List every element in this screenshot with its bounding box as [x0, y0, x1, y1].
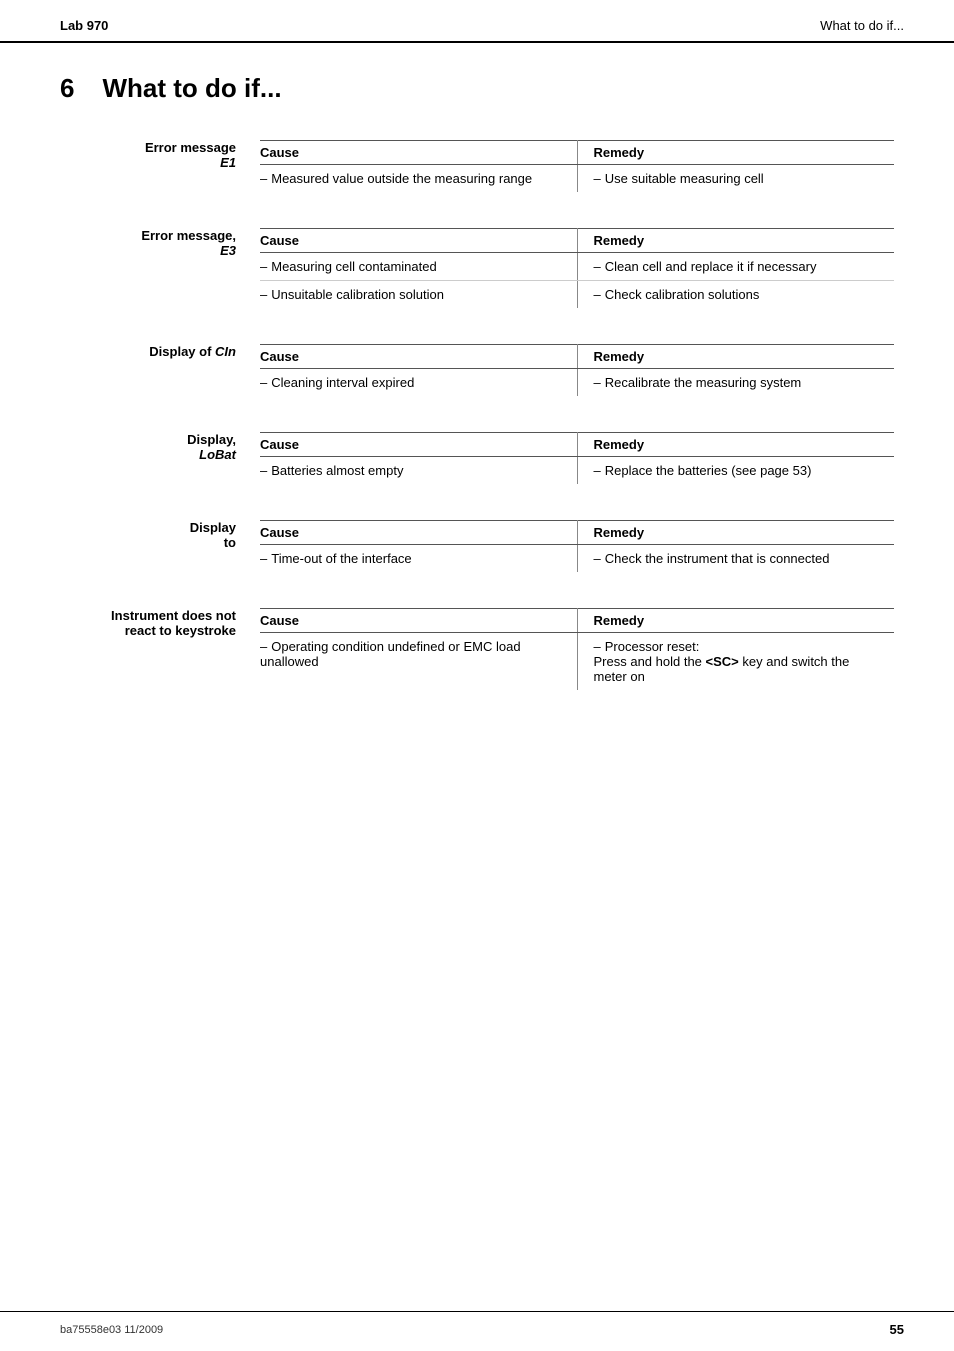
section-label: What to do if... — [820, 18, 904, 33]
table-row: –Measuring cell contaminated –Clean cell… — [260, 253, 894, 281]
chapter-heading: 6 What to do if... — [60, 73, 894, 104]
footer-left: ba75558e03 11/2009 — [60, 1324, 163, 1336]
product-label: Lab 970 — [60, 18, 108, 33]
chapter-number: 6 — [60, 73, 74, 104]
cause-remedy-table-keystroke: Cause Remedy –Operating condition undefi… — [260, 608, 894, 690]
table-area-e3: Cause Remedy –Measuring cell contaminate… — [260, 228, 894, 308]
table-area-lobat: Cause Remedy –Batteries almost empty –Re… — [260, 432, 894, 484]
th-remedy-to: Remedy — [577, 521, 894, 545]
label-cin-line1: Display of CIn — [60, 344, 236, 359]
label-e1-line2: E1 — [60, 155, 236, 170]
remedy-cell: –Replace the batteries (see page 53) — [577, 457, 894, 485]
cause-remedy-table-cin: Cause Remedy –Cleaning interval expired … — [260, 344, 894, 396]
remedy-cell: –Recalibrate the measuring system — [577, 369, 894, 397]
th-remedy-lobat: Remedy — [577, 433, 894, 457]
section-cin: Display of CIn Cause Remedy –Cleaning in… — [60, 344, 894, 396]
th-cause-cin: Cause — [260, 345, 577, 369]
th-cause-keystroke: Cause — [260, 609, 577, 633]
cause-cell: –Batteries almost empty — [260, 457, 577, 485]
table-row: –Unsuitable calibration solution –Check … — [260, 281, 894, 309]
page-header: Lab 970 What to do if... — [0, 0, 954, 43]
th-remedy-keystroke: Remedy — [577, 609, 894, 633]
chapter-title: What to do if... — [102, 73, 281, 104]
label-lobat-line2: LoBat — [60, 447, 236, 462]
section-e1: Error message E1 Cause Remedy –Measured … — [60, 140, 894, 192]
th-cause-to: Cause — [260, 521, 577, 545]
cause-remedy-table-lobat: Cause Remedy –Batteries almost empty –Re… — [260, 432, 894, 484]
section-to: Display to Cause Remedy –Time-out of the… — [60, 520, 894, 572]
section-e3: Error message, E3 Cause Remedy –Measurin… — [60, 228, 894, 308]
label-keystroke-line1: Instrument does not — [60, 608, 236, 623]
cause-cell: –Time-out of the interface — [260, 545, 577, 573]
cause-remedy-table-to: Cause Remedy –Time-out of the interface … — [260, 520, 894, 572]
th-remedy-cin: Remedy — [577, 345, 894, 369]
page-footer: ba75558e03 11/2009 55 — [0, 1311, 954, 1351]
remedy-cell: –Use suitable measuring cell — [577, 165, 894, 193]
table-row: –Measured value outside the measuring ra… — [260, 165, 894, 193]
footer-right: 55 — [890, 1322, 904, 1337]
table-row: –Cleaning interval expired –Recalibrate … — [260, 369, 894, 397]
cause-cell: –Unsuitable calibration solution — [260, 281, 577, 309]
table-area-cin: Cause Remedy –Cleaning interval expired … — [260, 344, 894, 396]
section-label-col-to: Display to — [60, 520, 260, 572]
section-label-col-keystroke: Instrument does not react to keystroke — [60, 608, 260, 690]
cause-cell: –Operating condition undefined or EMC lo… — [260, 633, 577, 691]
cause-remedy-table-e1: Cause Remedy –Measured value outside the… — [260, 140, 894, 192]
label-e3-line1: Error message, — [60, 228, 236, 243]
label-to-line2: to — [60, 535, 236, 550]
label-to-line1: Display — [60, 520, 236, 535]
section-label-col-lobat: Display, LoBat — [60, 432, 260, 484]
remedy-cell: –Check the instrument that is connected — [577, 545, 894, 573]
label-e1-line1: Error message — [60, 140, 236, 155]
remedy-cell: –Check calibration solutions — [577, 281, 894, 309]
cause-cell: –Measured value outside the measuring ra… — [260, 165, 577, 193]
label-keystroke-line2: react to keystroke — [60, 623, 236, 638]
table-row: –Operating condition undefined or EMC lo… — [260, 633, 894, 691]
th-cause-lobat: Cause — [260, 433, 577, 457]
table-area-e1: Cause Remedy –Measured value outside the… — [260, 140, 894, 192]
section-label-col-cin: Display of CIn — [60, 344, 260, 396]
table-row: –Batteries almost empty –Replace the bat… — [260, 457, 894, 485]
cause-cell: –Measuring cell contaminated — [260, 253, 577, 281]
remedy-cell: –Clean cell and replace it if necessary — [577, 253, 894, 281]
cause-remedy-table-e3: Cause Remedy –Measuring cell contaminate… — [260, 228, 894, 308]
section-lobat: Display, LoBat Cause Remedy –Batteries a… — [60, 432, 894, 484]
th-cause-e3: Cause — [260, 229, 577, 253]
section-label-col-e1: Error message E1 — [60, 140, 260, 192]
th-remedy-e1: Remedy — [577, 141, 894, 165]
page-content: 6 What to do if... Error message E1 Caus… — [0, 73, 954, 766]
label-e3-line2: E3 — [60, 243, 236, 258]
th-remedy-e3: Remedy — [577, 229, 894, 253]
table-row: –Time-out of the interface –Check the in… — [260, 545, 894, 573]
section-label-col-e3: Error message, E3 — [60, 228, 260, 308]
th-cause-e1: Cause — [260, 141, 577, 165]
section-keystroke: Instrument does not react to keystroke C… — [60, 608, 894, 690]
remedy-cell: –Processor reset:Press and hold the <SC>… — [577, 633, 894, 691]
label-lobat-line1: Display, — [60, 432, 236, 447]
table-area-keystroke: Cause Remedy –Operating condition undefi… — [260, 608, 894, 690]
cause-cell: –Cleaning interval expired — [260, 369, 577, 397]
table-area-to: Cause Remedy –Time-out of the interface … — [260, 520, 894, 572]
